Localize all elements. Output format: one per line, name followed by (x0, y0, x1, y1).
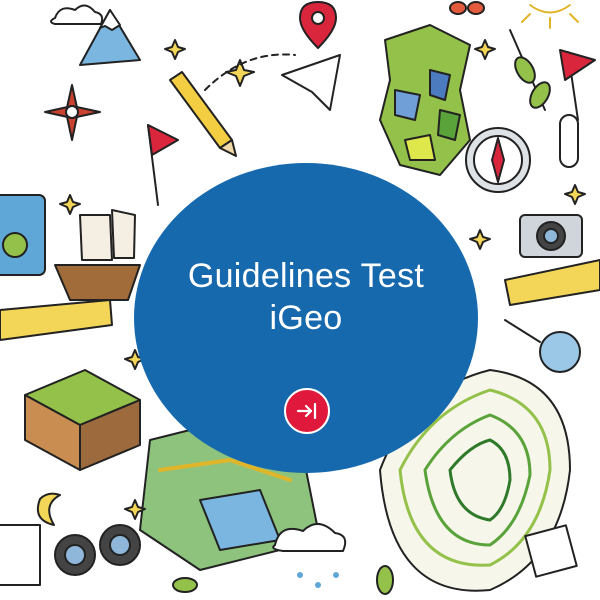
compass-rose-icon (44, 84, 101, 141)
ship-icon (54, 209, 141, 301)
map-regions-icon (379, 24, 471, 176)
paperclip-icon (559, 114, 579, 168)
cloud-icon (50, 4, 104, 25)
leaf-icon (172, 565, 394, 595)
flag-icon (147, 124, 179, 206)
pencil-icon (169, 71, 237, 157)
location-pin-icon (299, 1, 337, 49)
magnifier-icon (504, 319, 581, 373)
butterfly-icon (449, 1, 485, 15)
sun-icon (521, 4, 579, 29)
moon-icon (36, 492, 61, 526)
compass-icon (465, 127, 531, 193)
leaf-icon (509, 29, 551, 111)
flag-icon (559, 49, 596, 121)
title-line-1: Guidelines Test (187, 257, 425, 295)
page-title: Guidelines Test iGeo (134, 255, 478, 339)
terrain-block-icon (24, 369, 141, 471)
raindrops-icon (297, 572, 339, 588)
title-line-2: iGeo (269, 299, 343, 337)
arrow-right-to-line-icon (296, 402, 317, 420)
binoculars-icon (54, 524, 141, 576)
paper-plane-icon (281, 54, 341, 111)
ruler-icon (0, 299, 113, 341)
camera-icon (519, 214, 583, 258)
ruler-icon (504, 259, 600, 306)
start-test-button[interactable] (284, 388, 330, 434)
passport-icon (0, 194, 46, 276)
book-icon (0, 524, 41, 586)
